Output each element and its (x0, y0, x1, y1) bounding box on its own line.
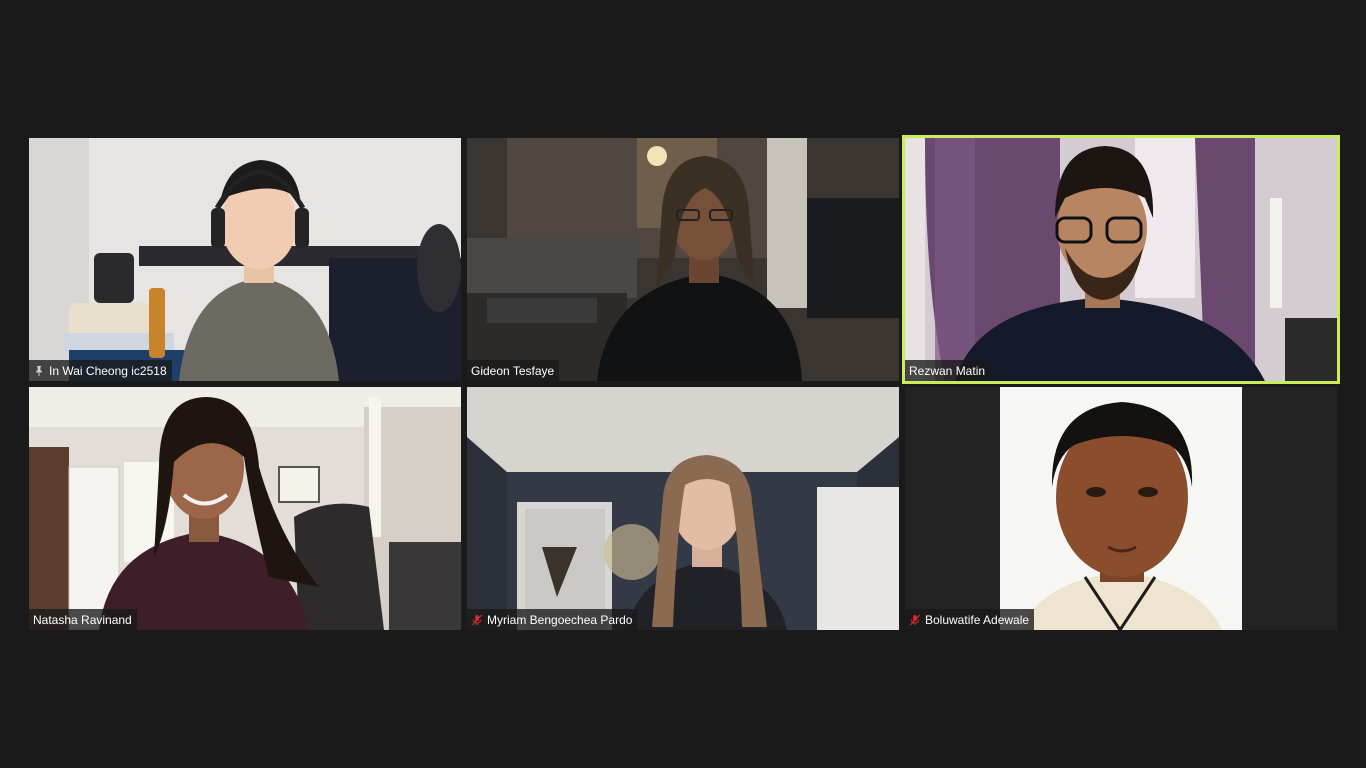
participant-tile-natasha-ravinand[interactable]: Natasha Ravinand (29, 387, 461, 630)
participant-tile-in-wai-cheong[interactable]: In Wai Cheong ic2518 (29, 138, 461, 381)
participant-name: Gideon Tesfaye (471, 363, 555, 378)
participant-video (29, 138, 461, 381)
participant-name: Natasha Ravinand (33, 612, 132, 627)
participant-name: Myriam Bengoechea Pardo (487, 612, 633, 627)
video-gallery: In Wai Cheong ic2518 Gideon Tesfaye Rezw… (0, 0, 1366, 768)
participant-tile-myriam-bengoechea-pardo[interactable]: Myriam Bengoechea Pardo (467, 387, 899, 630)
participant-name: Boluwatife Adewale (925, 612, 1030, 627)
participant-video (905, 138, 1337, 381)
mic-muted-icon (471, 614, 483, 626)
participant-nametag: Natasha Ravinand (29, 609, 137, 630)
participant-nametag: Myriam Bengoechea Pardo (467, 609, 638, 630)
participant-tile-gideon-tesfaye[interactable]: Gideon Tesfaye (467, 138, 899, 381)
participant-name: Rezwan Matin (909, 363, 986, 378)
participant-video (29, 387, 461, 630)
profile-photo (1000, 387, 1242, 630)
participant-video (467, 387, 899, 630)
pin-icon (33, 365, 45, 377)
participant-nametag: Rezwan Matin (905, 360, 991, 381)
participant-nametag: Boluwatife Adewale (905, 609, 1035, 630)
participant-tile-rezwan-matin[interactable]: Rezwan Matin (902, 135, 1340, 384)
participant-video (467, 138, 899, 381)
participant-name: In Wai Cheong ic2518 (49, 363, 167, 378)
participant-nametag: In Wai Cheong ic2518 (29, 360, 172, 381)
participant-tile-boluwatife-adewale[interactable]: Boluwatife Adewale (905, 387, 1337, 630)
participant-nametag: Gideon Tesfaye (467, 360, 560, 381)
mic-muted-icon (909, 614, 921, 626)
